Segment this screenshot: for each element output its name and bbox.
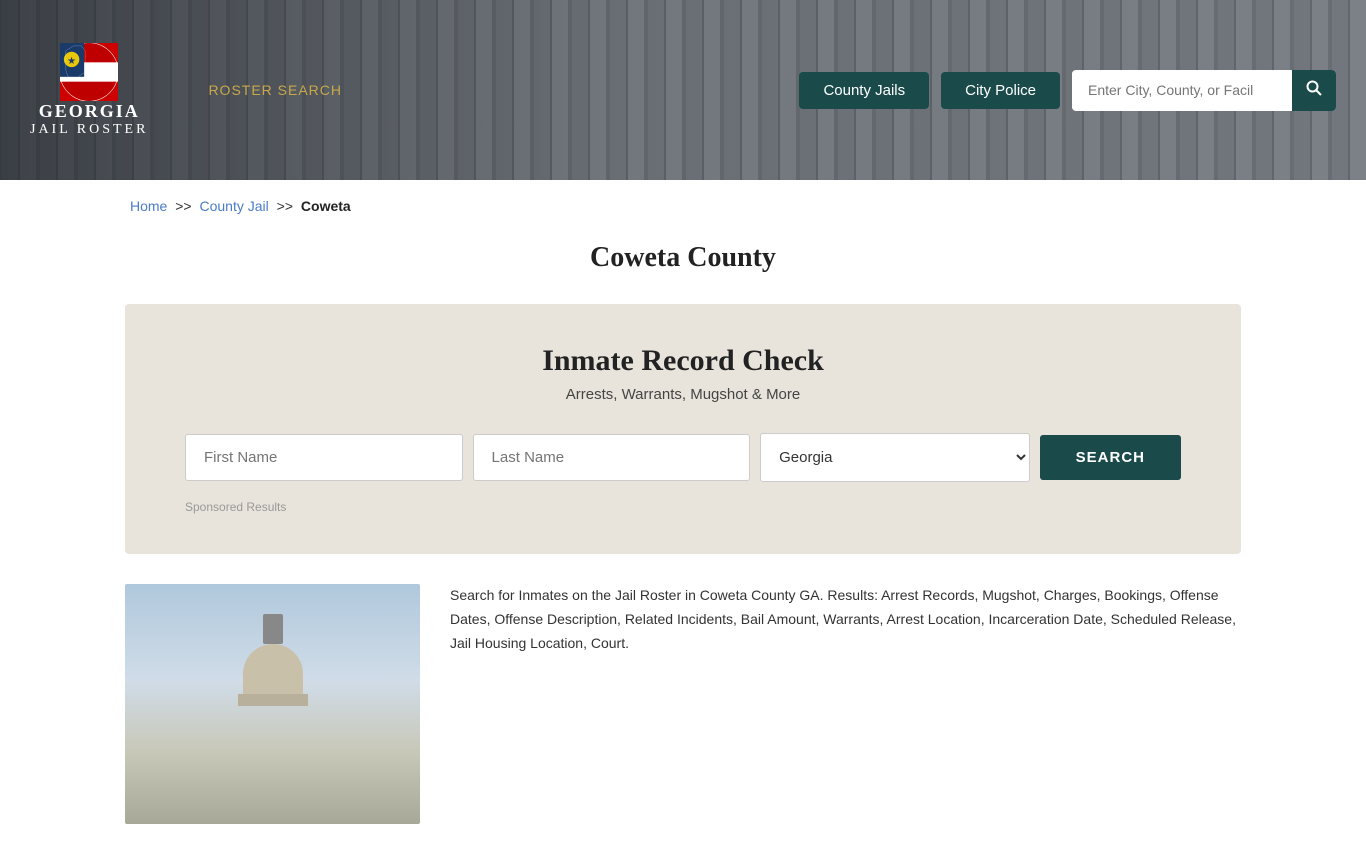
hero-content: ★ GEORGIA JAIL ROSTER ROSTER SEARCH Coun… [0, 0, 1366, 180]
header-search-bar [1072, 70, 1336, 111]
county-jails-button[interactable]: County Jails [799, 72, 929, 109]
header-search-input[interactable] [1072, 72, 1292, 108]
state-select[interactable]: AlabamaAlaskaArizonaArkansasCaliforniaCo… [760, 433, 1030, 482]
breadcrumb-sep-1: >> [175, 198, 191, 214]
svg-text:★: ★ [68, 55, 77, 65]
dome-top [263, 614, 283, 644]
logo-area: ★ GEORGIA JAIL ROSTER [30, 43, 148, 138]
breadcrumb: Home >> County Jail >> Coweta [0, 180, 1366, 232]
sponsored-label: Sponsored Results [185, 500, 1181, 514]
city-police-button[interactable]: City Police [941, 72, 1060, 109]
bottom-section: Search for Inmates on the Jail Roster in… [0, 554, 1366, 864]
header-search-button[interactable] [1292, 70, 1336, 111]
breadcrumb-current: Coweta [301, 198, 351, 214]
last-name-input[interactable] [473, 434, 751, 481]
inmate-search-form: AlabamaAlaskaArizonaArkansasCaliforniaCo… [185, 433, 1181, 482]
logo-text-georgia: GEORGIA [39, 101, 140, 122]
search-icon [1306, 80, 1322, 96]
bottom-description: Search for Inmates on the Jail Roster in… [450, 584, 1241, 824]
dome-graphic [243, 614, 303, 694]
page-title-area: Coweta County [0, 232, 1366, 304]
nav-buttons: County Jails City Police [799, 70, 1336, 111]
breadcrumb-sep-2: >> [277, 198, 293, 214]
georgia-seal-icon: ★ [60, 43, 118, 101]
dome-body [243, 644, 303, 694]
logo-text-jail: JAIL ROSTER [30, 122, 148, 138]
inmate-search-button[interactable]: SEARCH [1040, 435, 1181, 480]
inmate-record-heading: Inmate Record Check [185, 344, 1181, 378]
hero-header: ★ GEORGIA JAIL ROSTER ROSTER SEARCH Coun… [0, 0, 1366, 180]
page-title: Coweta County [0, 242, 1366, 274]
dome-base [238, 694, 308, 706]
inmate-record-subtitle: Arrests, Warrants, Mugshot & More [185, 386, 1181, 403]
first-name-input[interactable] [185, 434, 463, 481]
inmate-record-section: Inmate Record Check Arrests, Warrants, M… [125, 304, 1241, 554]
breadcrumb-county-jail[interactable]: County Jail [200, 198, 269, 214]
courthouse-image [125, 584, 420, 824]
breadcrumb-home[interactable]: Home [130, 198, 167, 214]
roster-search-link[interactable]: ROSTER SEARCH [208, 82, 342, 98]
